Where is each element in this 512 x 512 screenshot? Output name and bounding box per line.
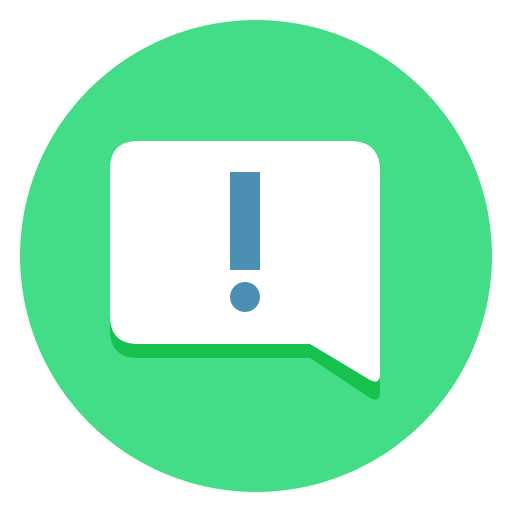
icon-canvas xyxy=(0,0,512,512)
exclamation-bar xyxy=(230,172,260,270)
message-alert-icon xyxy=(20,20,492,492)
exclamation-dot xyxy=(230,282,260,312)
